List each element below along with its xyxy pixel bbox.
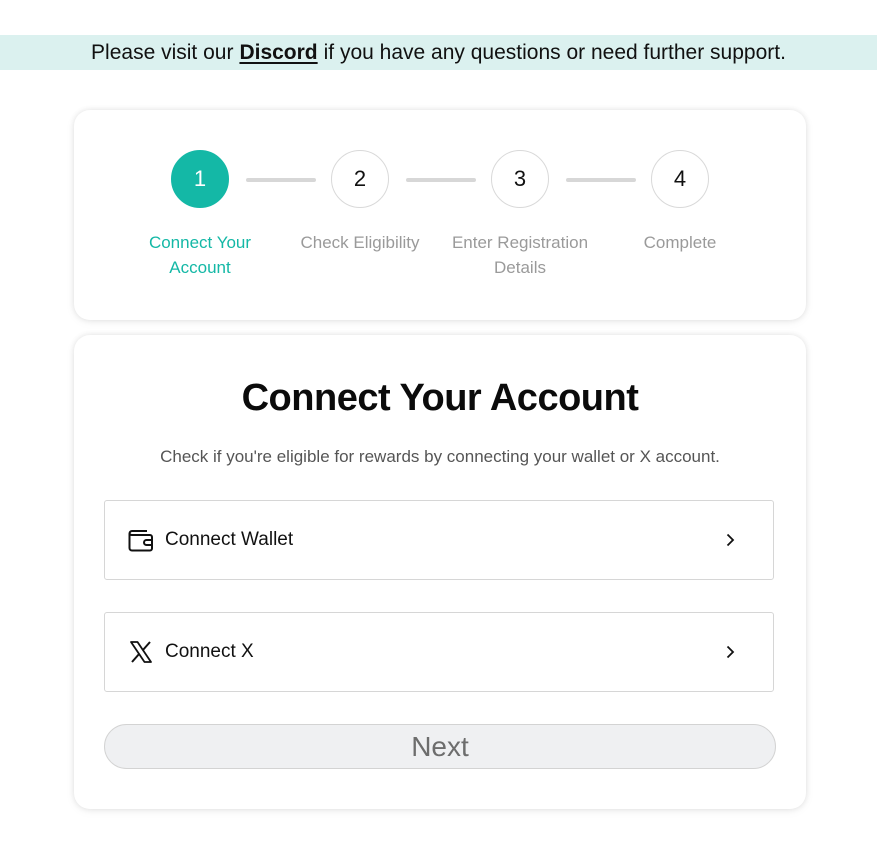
banner-prefix-text: Please visit our [91, 40, 234, 64]
step-2-circle: 2 [331, 150, 389, 208]
connect-wallet-button[interactable]: Connect Wallet [104, 500, 774, 580]
next-button[interactable]: Next [104, 724, 776, 769]
step-2-label: Check Eligibility [300, 233, 420, 252]
discord-link[interactable]: Discord [239, 41, 317, 65]
stepper-card: 1 Connect Your Account 2 Check Eligibili… [74, 110, 806, 320]
step-4-label: Complete [643, 233, 717, 252]
step-2: 2 Check Eligibility [270, 150, 450, 255]
step-3-label: Enter Registration Details [451, 233, 589, 277]
connect-wallet-label: Connect Wallet [165, 529, 294, 550]
step-3-circle: 3 [491, 150, 549, 208]
step-1-label: Connect Your Account [148, 233, 252, 277]
chevron-right-icon [726, 533, 735, 547]
wallet-icon [127, 526, 155, 554]
support-banner: Please visit our Discord if you have any… [0, 35, 877, 70]
step-1-circle: 1 [171, 150, 229, 208]
x-logo-icon [127, 638, 155, 666]
connect-x-label: Connect X [165, 641, 254, 662]
connect-x-button[interactable]: Connect X [104, 612, 774, 692]
step-4: 4 Complete [590, 150, 770, 255]
page-title: Connect Your Account [241, 377, 639, 419]
chevron-right-icon [726, 645, 735, 659]
banner-suffix-text: if you have any questions or need furthe… [323, 40, 786, 64]
page-subtitle: Check if you're eligible for rewards by … [160, 447, 720, 466]
step-3: 3 Enter Registration Details [430, 150, 610, 280]
step-4-circle: 4 [651, 150, 709, 208]
connect-account-card: Connect Your Account Check if you're eli… [74, 335, 806, 809]
step-1: 1 Connect Your Account [110, 150, 290, 280]
